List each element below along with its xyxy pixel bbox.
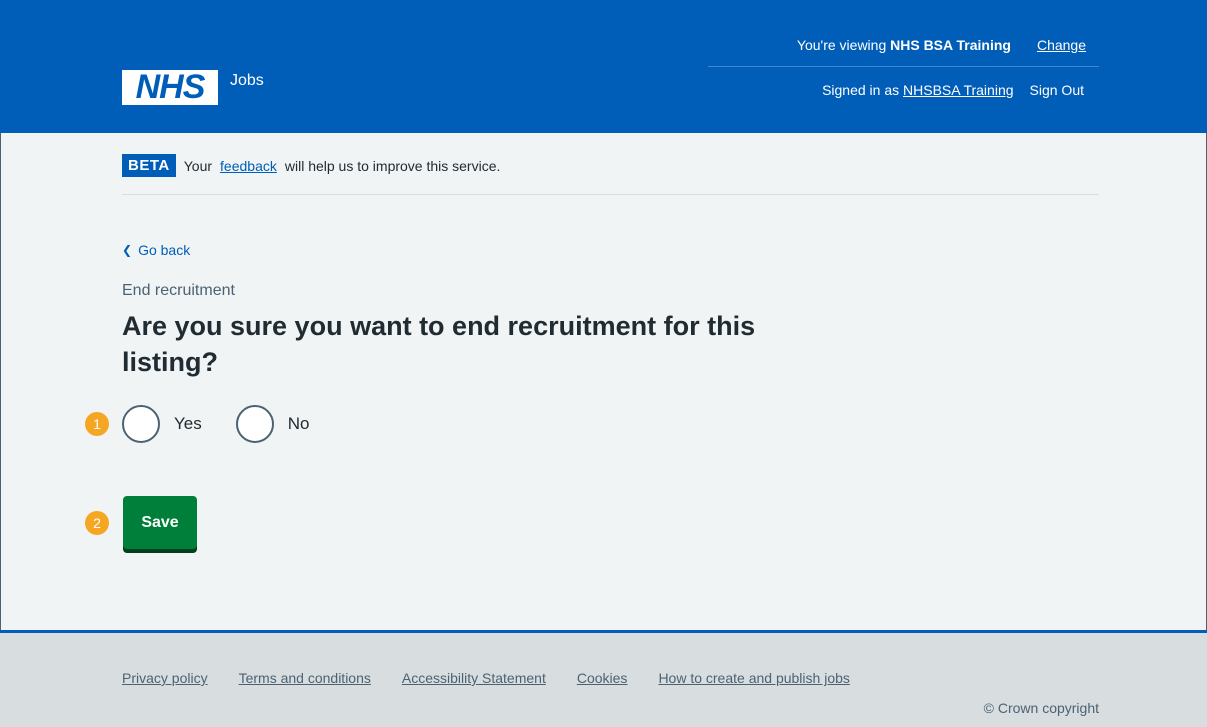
footer-link-cookies[interactable]: Cookies xyxy=(577,670,628,686)
beta-banner: BETA Your feedback will help us to impro… xyxy=(122,154,500,177)
change-link[interactable]: Change xyxy=(1037,37,1086,53)
nhs-jobs-logo[interactable]: NHS Jobs xyxy=(122,70,264,105)
footer-links: Privacy policy Terms and conditions Acce… xyxy=(122,670,850,686)
site-header: You're viewing NHS BSA Training Change S… xyxy=(0,0,1207,133)
footer-link-how-to[interactable]: How to create and publish jobs xyxy=(658,670,849,686)
viewing-prefix: You're viewing xyxy=(796,37,891,53)
radio-yes-circle[interactable] xyxy=(122,405,160,443)
service-name: Jobs xyxy=(230,71,264,89)
footer-link-privacy[interactable]: Privacy policy xyxy=(122,670,208,686)
page-title: Are you sure you want to end recruitment… xyxy=(122,311,756,377)
viewing-text: You're viewing NHS BSA Training xyxy=(797,37,1011,53)
viewing-org: NHS BSA Training xyxy=(890,37,1011,53)
page-caption: End recruitment xyxy=(122,282,235,299)
radio-no-label: No xyxy=(287,414,310,433)
end-recruitment-radios: Yes No xyxy=(122,405,309,443)
site-footer: Privacy policy Terms and conditions Acce… xyxy=(0,630,1207,727)
go-back-link[interactable]: ❮ Go back xyxy=(122,242,190,258)
signed-in-user-link[interactable]: NHSBSA Training xyxy=(903,82,1014,98)
nhs-logo-icon: NHS xyxy=(122,70,218,105)
beta-tag: BETA xyxy=(122,154,176,177)
radio-yes[interactable]: Yes xyxy=(122,405,202,443)
radio-no-circle[interactable] xyxy=(235,405,274,443)
sign-out-link[interactable]: Sign Out xyxy=(1030,82,1084,98)
chevron-left-icon: ❮ xyxy=(122,243,133,257)
beta-text-before: Your xyxy=(183,157,213,174)
feedback-link[interactable]: feedback xyxy=(220,158,277,174)
account-bar: Signed in as NHSBSA Training Sign Out xyxy=(822,82,1084,98)
footer-link-accessibility[interactable]: Accessibility Statement xyxy=(402,670,546,686)
beta-divider xyxy=(122,194,1099,195)
radio-yes-label: Yes xyxy=(174,414,202,433)
go-back-label: Go back xyxy=(138,242,191,258)
step-badge-2: 2 xyxy=(85,511,109,535)
nhs-logo-text: NHS xyxy=(135,68,206,106)
step-badge-1: 1 xyxy=(85,412,109,436)
beta-text-after: will help us to improve this service. xyxy=(284,157,501,174)
radio-no[interactable]: No xyxy=(235,405,310,443)
viewing-bar: You're viewing NHS BSA Training Change xyxy=(708,37,1086,53)
save-button[interactable]: Save xyxy=(123,496,197,549)
signed-in-prefix: Signed in as xyxy=(822,82,900,98)
copyright: © Crown copyright xyxy=(983,700,1099,716)
footer-link-terms[interactable]: Terms and conditions xyxy=(239,670,371,686)
signed-in-text: Signed in as NHSBSA Training xyxy=(822,82,1013,98)
header-divider xyxy=(708,66,1099,67)
